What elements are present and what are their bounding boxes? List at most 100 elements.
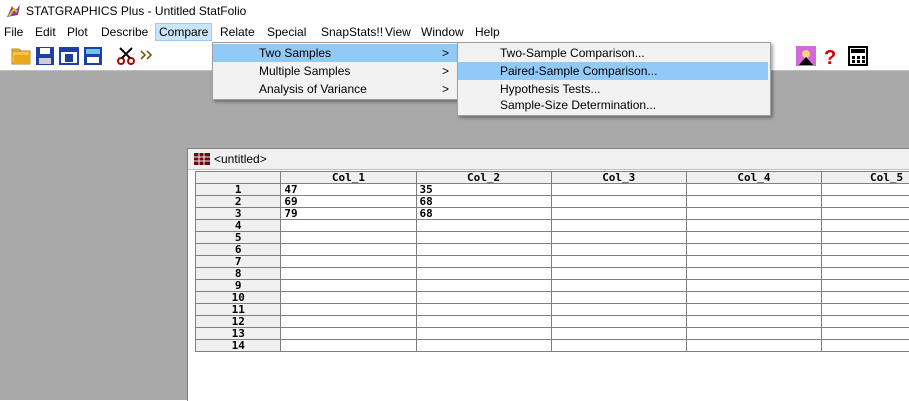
cell-col-3[interactable] [551,256,686,268]
open-folder-icon[interactable] [10,45,32,67]
row-header[interactable]: 2 [196,196,281,208]
datasheet-window[interactable]: <untitled> Col_1 Col_2 Col_3 Col_4 Col_5… [187,148,909,401]
cell-col-4[interactable] [686,328,821,340]
menu-relate[interactable]: Relate [218,25,257,39]
menu-item-analysis-of-variance[interactable]: Analysis of Variance > [213,80,457,98]
cell-col-5[interactable] [821,292,909,304]
row-header[interactable]: 13 [196,328,281,340]
menu-file[interactable]: File [2,25,25,39]
cell-col-1[interactable] [281,280,416,292]
cell-col-4[interactable] [686,244,821,256]
cell-col-2[interactable]: 68 [416,196,551,208]
cell-col-5[interactable] [821,316,909,328]
cell-col-5[interactable] [821,208,909,220]
datasheet-title-bar[interactable]: <untitled> [188,149,909,170]
row-header[interactable]: 4 [196,220,281,232]
help-icon[interactable]: ? [819,45,841,67]
cell-col-1[interactable] [281,256,416,268]
cell-col-3[interactable] [551,292,686,304]
cell-col-5[interactable] [821,328,909,340]
menu-special[interactable]: Special [265,25,308,39]
cell-col-3[interactable] [551,232,686,244]
cell-col-4[interactable] [686,304,821,316]
row-header[interactable]: 11 [196,304,281,316]
column-header[interactable]: Col_2 [416,172,551,184]
menu-edit[interactable]: Edit [33,25,58,39]
cell-col-3[interactable] [551,340,686,352]
cell-col-3[interactable] [551,304,686,316]
calculator-icon[interactable] [847,45,869,67]
menu-item-two-sample-comparison[interactable]: Two-Sample Comparison... [458,44,768,62]
cell-col-4[interactable] [686,232,821,244]
cell-col-2[interactable] [416,292,551,304]
cell-col-2[interactable] [416,304,551,316]
cell-col-4[interactable] [686,184,821,196]
cell-col-3[interactable] [551,244,686,256]
cell-col-2[interactable] [416,256,551,268]
menu-item-multiple-samples[interactable]: Multiple Samples > [213,62,457,80]
cell-col-2[interactable] [416,232,551,244]
cut-icon[interactable] [115,45,137,67]
cell-col-5[interactable] [821,184,909,196]
cell-col-4[interactable] [686,340,821,352]
cell-col-3[interactable] [551,328,686,340]
cell-col-4[interactable] [686,292,821,304]
cell-col-2[interactable] [416,268,551,280]
menu-describe[interactable]: Describe [99,25,150,39]
column-header[interactable]: Col_4 [686,172,821,184]
cell-col-1[interactable] [281,316,416,328]
cell-col-5[interactable] [821,340,909,352]
transpose-icon[interactable] [139,45,153,67]
cell-col-5[interactable] [821,256,909,268]
cell-col-3[interactable] [551,208,686,220]
reader-icon[interactable] [795,45,817,67]
column-header[interactable]: Col_3 [551,172,686,184]
cell-col-2[interactable] [416,340,551,352]
cell-col-1[interactable] [281,232,416,244]
row-header[interactable]: 5 [196,232,281,244]
cell-col-4[interactable] [686,280,821,292]
menu-item-paired-sample-comparison[interactable]: Paired-Sample Comparison... [458,62,768,80]
menu-item-sample-size-determination[interactable]: Sample-Size Determination... [458,96,768,114]
cell-col-1[interactable] [281,220,416,232]
cell-col-2[interactable] [416,328,551,340]
cell-col-3[interactable] [551,280,686,292]
menu-item-two-samples[interactable]: Two Samples > [213,44,457,62]
cell-col-5[interactable] [821,280,909,292]
cell-col-4[interactable] [686,220,821,232]
cell-col-5[interactable] [821,232,909,244]
data-editor-icon[interactable] [82,45,104,67]
menu-window[interactable]: Window [419,25,466,39]
cell-col-1[interactable]: 47 [281,184,416,196]
row-header[interactable]: 7 [196,256,281,268]
row-header[interactable]: 8 [196,268,281,280]
cell-col-1[interactable] [281,304,416,316]
menu-help[interactable]: Help [473,25,502,39]
cell-col-2[interactable] [416,244,551,256]
cell-col-1[interactable] [281,292,416,304]
cell-col-5[interactable] [821,196,909,208]
menu-plot[interactable]: Plot [65,25,90,39]
cell-col-3[interactable] [551,196,686,208]
row-header[interactable]: 10 [196,292,281,304]
cell-col-4[interactable] [686,208,821,220]
cell-col-5[interactable] [821,268,909,280]
cell-col-4[interactable] [686,196,821,208]
cell-col-4[interactable] [686,256,821,268]
cell-col-3[interactable] [551,268,686,280]
cell-col-3[interactable] [551,184,686,196]
save-icon[interactable] [34,45,56,67]
cell-col-1[interactable] [281,244,416,256]
cell-col-4[interactable] [686,268,821,280]
row-header[interactable]: 14 [196,340,281,352]
row-header[interactable]: 12 [196,316,281,328]
menu-view[interactable]: View [383,25,413,39]
cell-col-5[interactable] [821,244,909,256]
spreadsheet-icon[interactable] [58,45,80,67]
row-header[interactable]: 1 [196,184,281,196]
row-header[interactable]: 3 [196,208,281,220]
cell-col-5[interactable] [821,304,909,316]
grid-corner[interactable] [196,172,281,184]
cell-col-1[interactable]: 79 [281,208,416,220]
cell-col-2[interactable]: 35 [416,184,551,196]
